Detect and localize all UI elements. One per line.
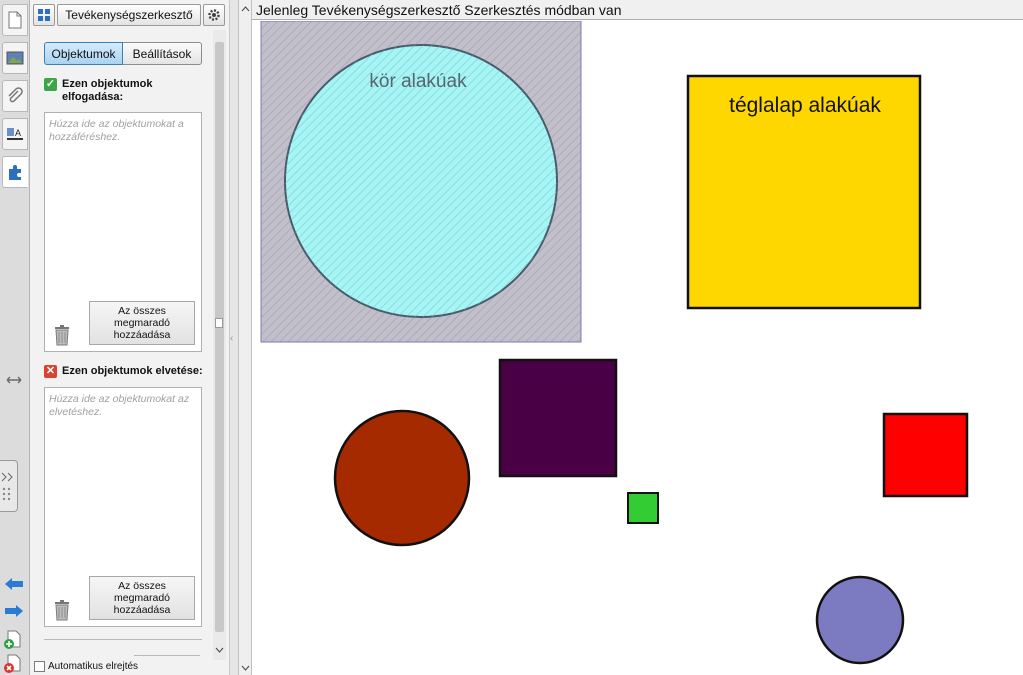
- whiteboard-canvas[interactable]: kör alakúak téglalap alakúak: [252, 21, 1023, 675]
- page-sorter-icon: [8, 11, 22, 29]
- canvas-objects[interactable]: kör alakúak téglalap alakúak: [252, 21, 1023, 675]
- panel-scroll-thumb[interactable]: [215, 42, 224, 632]
- purple-square[interactable]: [498, 358, 618, 478]
- attachments-icon: [8, 87, 23, 103]
- tab-settings[interactable]: Beállítások: [123, 42, 202, 65]
- brown-circle[interactable]: [333, 409, 471, 547]
- trash-icon[interactable]: [53, 599, 71, 621]
- lavender-circle[interactable]: [815, 575, 905, 665]
- chevron-down-icon[interactable]: [241, 664, 250, 672]
- settings-button[interactable]: [203, 4, 225, 26]
- circle-zone-label: kör alakúak: [369, 71, 467, 92]
- scroll-marker: [215, 318, 223, 328]
- chevron-up-icon[interactable]: [241, 5, 250, 13]
- side-tab-rail: A: [0, 0, 30, 675]
- divider: [44, 639, 202, 640]
- auto-hide-option[interactable]: Automatikus elrejtés: [34, 661, 138, 672]
- accept-drop-hint: Húzza ide az objektumokat a hozzáféréshe…: [49, 118, 184, 143]
- app-window: A Tevékenységszerkesztő Objektumok Beáll…: [0, 0, 1023, 675]
- collapse-chevron-icon[interactable]: ‹: [230, 333, 233, 344]
- divider: [134, 655, 200, 656]
- panel-scrollbar[interactable]: [213, 30, 226, 660]
- green-square[interactable]: [627, 492, 659, 524]
- accept-label-text: Ezen objektumok elfogadása:: [62, 78, 153, 103]
- layout-button[interactable]: [33, 4, 55, 26]
- page-sorter-tab[interactable]: [2, 4, 28, 36]
- gear-icon: [208, 9, 220, 21]
- chevron-down-icon[interactable]: [215, 646, 224, 654]
- expand-arrows-icon: [1, 472, 13, 501]
- trash-icon[interactable]: [53, 324, 71, 346]
- accept-section-label: ✓ Ezen objektumok elfogadása:: [44, 78, 194, 104]
- x-mark-icon: ✕: [44, 365, 57, 378]
- panel-splitter[interactable]: ‹: [230, 0, 238, 675]
- reject-label-text: Ezen objektumok elvetése:: [62, 365, 203, 377]
- delete-page-icon[interactable]: [3, 654, 23, 675]
- properties-tab[interactable]: A: [2, 118, 28, 150]
- panel-title: Tevékenységszerkesztő: [57, 4, 201, 26]
- edit-mode-status: Jelenleg Tevékenységszerkesztő Szerkeszt…: [252, 0, 1023, 20]
- auto-hide-checkbox[interactable]: [34, 661, 45, 672]
- reject-add-all-button[interactable]: Az összes megmaradó hozzáadása: [89, 576, 195, 620]
- gallery-tab[interactable]: [2, 42, 28, 74]
- auto-hide-label: Automatikus elrejtés: [48, 661, 139, 672]
- add-ons-icon: [9, 165, 21, 180]
- gallery-icon: [6, 51, 24, 65]
- add-ons-tab[interactable]: [2, 156, 28, 188]
- forward-arrow-icon[interactable]: [3, 603, 25, 624]
- back-arrow-icon[interactable]: [3, 576, 25, 597]
- activity-builder-panel: Tevékenységszerkesztő Objektumok Beállít…: [30, 0, 230, 675]
- add-page-icon[interactable]: [3, 630, 23, 655]
- accept-add-all-button[interactable]: Az összes megmaradó hozzáadása: [89, 301, 195, 345]
- grid-icon: [38, 9, 50, 21]
- reject-section-label: ✕ Ezen objektumok elvetése:: [44, 365, 204, 378]
- resize-panel-icon[interactable]: [6, 373, 22, 391]
- attachments-tab[interactable]: [2, 80, 28, 112]
- reject-drop-zone[interactable]: Húzza ide az objektumokat az elvetéshez.…: [44, 387, 202, 627]
- tab-objects[interactable]: Objektumok: [44, 42, 123, 65]
- toolbar-expand-handle[interactable]: [0, 460, 18, 512]
- checkmark-icon: ✓: [44, 78, 57, 91]
- svg-text:A: A: [15, 128, 21, 138]
- canvas-scrollbar[interactable]: [238, 0, 252, 675]
- reject-drop-hint: Húzza ide az objektumokat az elvetéshez.: [49, 393, 190, 418]
- red-square[interactable]: [882, 412, 969, 498]
- accept-drop-zone[interactable]: Húzza ide az objektumokat a hozzáféréshe…: [44, 112, 202, 352]
- properties-icon: A: [7, 128, 23, 140]
- rectangle-zone-label: téglalap alakúak: [729, 94, 881, 117]
